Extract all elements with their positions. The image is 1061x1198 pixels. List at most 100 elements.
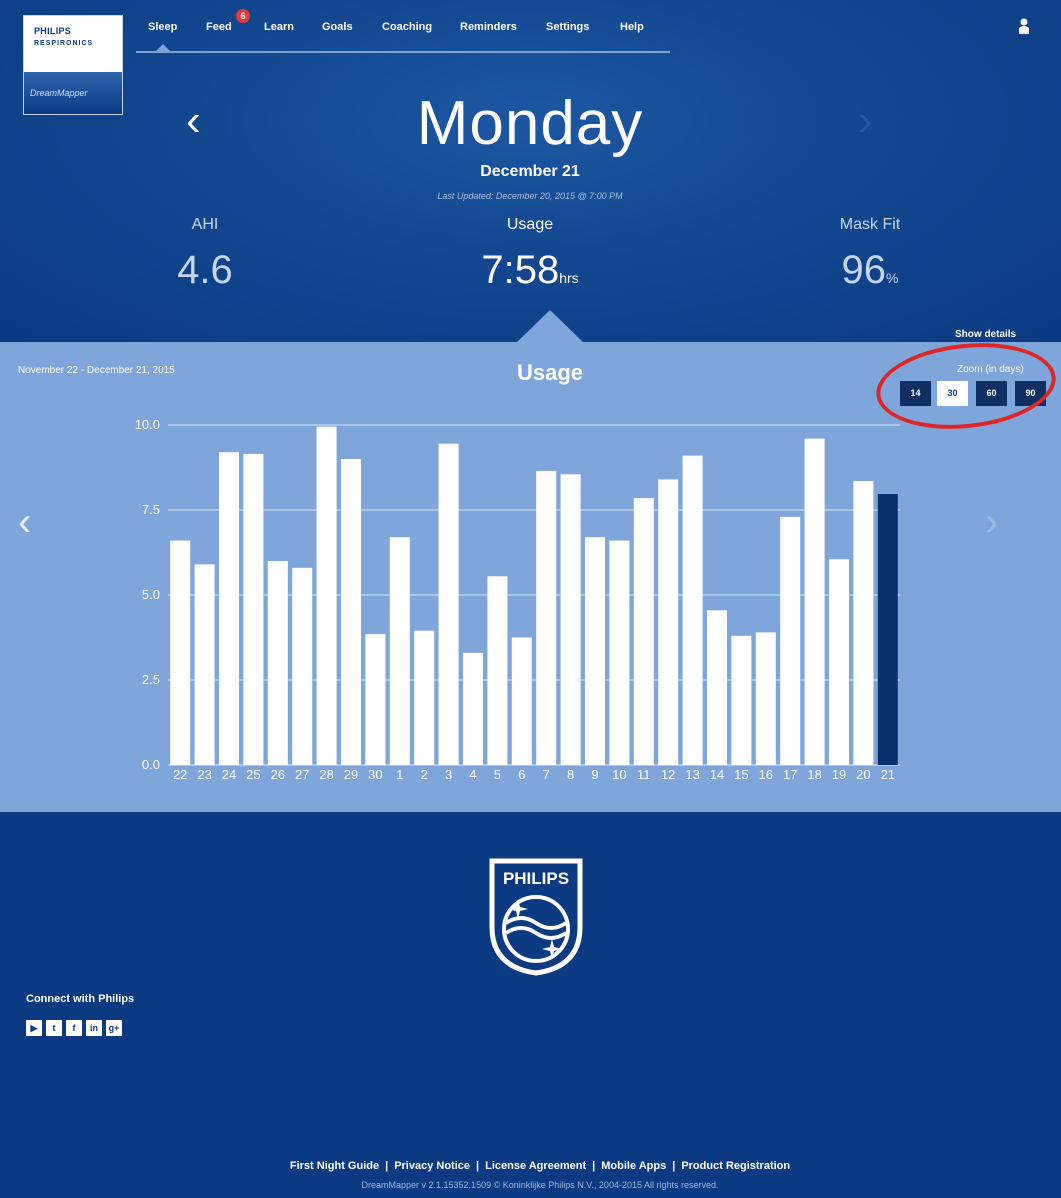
- youtube-icon[interactable]: ▶: [26, 1020, 42, 1036]
- copyright: DreamMapper v 2.1.15352.1509 © Koninklij…: [361, 1180, 719, 1190]
- panel-pointer: [516, 310, 584, 343]
- metric-label: Usage: [506, 216, 554, 233]
- x-tick-label: 7: [543, 767, 550, 782]
- nav-item-settings[interactable]: Settings: [546, 21, 589, 33]
- y-tick-label: 7.5: [142, 502, 160, 517]
- logo-sub: RESPIRONICS: [34, 40, 94, 47]
- x-tick-label: 24: [222, 767, 236, 782]
- bar-9: [584, 537, 606, 765]
- x-tick-label: 18: [807, 767, 821, 782]
- nav-item-reminders[interactable]: Reminders: [460, 21, 517, 33]
- bar-13: [682, 455, 703, 765]
- footer-link-privacy-notice[interactable]: Privacy Notice: [394, 1160, 470, 1172]
- bar-26: [267, 561, 288, 765]
- bar-2: [414, 630, 435, 765]
- footer-separator: |: [672, 1160, 676, 1172]
- bar-29: [340, 459, 362, 765]
- bar-27: [292, 567, 313, 765]
- x-tick-label: 29: [344, 767, 358, 782]
- footer-separator: |: [476, 1160, 480, 1172]
- footer-link-product-registration[interactable]: Product Registration: [681, 1160, 790, 1172]
- bar-7: [536, 470, 557, 765]
- bar-8: [560, 474, 581, 765]
- social-links: ▶ t f in g+: [26, 1018, 126, 1036]
- x-tick-label: 25: [246, 767, 260, 782]
- x-tick-label: 13: [685, 767, 699, 782]
- date-label: December 21: [480, 163, 580, 180]
- nav-item-goals[interactable]: Goals: [322, 21, 353, 33]
- bar-14: [706, 610, 728, 765]
- connect-label: Connect with Philips: [26, 993, 135, 1005]
- chart-title: Usage: [516, 360, 584, 385]
- x-tick-label: 1: [396, 767, 403, 782]
- x-tick-label: 5: [494, 767, 501, 782]
- bar-6: [511, 637, 532, 765]
- philips-shield-logo: PHILIPS: [489, 858, 583, 976]
- metric-value: 7:58hrs: [481, 248, 579, 292]
- footer-links: First Night Guide | Privacy Notice | License…: [180, 1160, 900, 1172]
- bar-21: [877, 494, 898, 765]
- y-tick-label: 2.5: [142, 672, 160, 687]
- googleplus-icon[interactable]: g+: [106, 1020, 122, 1036]
- x-tick-label: 27: [295, 767, 309, 782]
- bar-4: [462, 652, 484, 765]
- twitter-icon[interactable]: t: [46, 1020, 62, 1036]
- x-tick-label: 20: [856, 767, 870, 782]
- next-day-button[interactable]: ›: [858, 96, 873, 146]
- last-updated: Last Updated: December 20, 2015 @ 7:00 P…: [437, 191, 623, 201]
- x-tick-label: 9: [591, 767, 598, 782]
- bar-18: [804, 438, 825, 765]
- bar-17: [780, 516, 801, 765]
- facebook-icon[interactable]: f: [66, 1020, 82, 1036]
- nav-item-feed[interactable]: Feed: [206, 21, 232, 33]
- footer-link-first-night-guide[interactable]: First Night Guide: [290, 1160, 379, 1172]
- nav-item-sleep[interactable]: Sleep: [148, 21, 177, 52]
- feed-badge: 6: [236, 9, 250, 23]
- x-tick-label: 23: [197, 767, 211, 782]
- dreammapper-logo[interactable]: PHILIPS RESPIRONICS DreamMapper: [24, 16, 122, 114]
- main-nav: Sleep Feed 6 Learn Goals Coaching Remind…: [136, 9, 670, 53]
- footer-link-license-agreement[interactable]: License Agreement: [485, 1160, 586, 1172]
- bar-22: [170, 540, 191, 765]
- x-tick-label: 2: [421, 767, 428, 782]
- user-icon[interactable]: [1018, 18, 1030, 34]
- bar-30: [365, 634, 386, 765]
- bar-16: [755, 632, 776, 765]
- nav-item-help[interactable]: Help: [620, 21, 644, 33]
- footer-separator: |: [385, 1160, 389, 1172]
- bar-20: [853, 481, 874, 765]
- y-tick-label: 5.0: [142, 587, 160, 602]
- x-tick-label: 3: [445, 767, 452, 782]
- x-tick-label: 11: [637, 767, 651, 782]
- x-tick-label: 21: [881, 767, 895, 782]
- logo-brand: PHILIPS: [34, 26, 72, 36]
- bar-10: [609, 540, 630, 765]
- footer-link-mobile-apps[interactable]: Mobile Apps: [601, 1160, 666, 1172]
- x-tick-label: 22: [173, 767, 187, 782]
- linkedin-icon[interactable]: in: [86, 1020, 102, 1036]
- nav-item-coaching[interactable]: Coaching: [382, 21, 432, 33]
- x-tick-label: 10: [612, 767, 626, 782]
- nav-item-learn[interactable]: Learn: [264, 21, 294, 33]
- x-tick-label: 8: [567, 767, 574, 782]
- bar-1: [389, 537, 410, 765]
- bar-28: [316, 426, 337, 765]
- x-tick-label: 15: [734, 767, 748, 782]
- x-tick-label: 4: [469, 767, 476, 782]
- bar-3: [438, 443, 459, 765]
- x-tick-label: 30: [368, 767, 382, 782]
- metric-value: 4.6: [177, 248, 233, 292]
- y-tick-label: 10.0: [135, 417, 160, 432]
- show-details-link[interactable]: Show details: [955, 329, 1016, 340]
- footer-separator: |: [592, 1160, 596, 1172]
- bar-19: [828, 559, 850, 765]
- x-tick-label: 6: [518, 767, 525, 782]
- x-tick-label: 16: [759, 767, 773, 782]
- bar-12: [658, 479, 679, 765]
- x-tick-label: 12: [661, 767, 675, 782]
- bar-15: [731, 635, 752, 765]
- x-tick-label: 28: [319, 767, 333, 782]
- previous-day-button[interactable]: ‹: [186, 96, 201, 146]
- logo-app-name: DreamMapper: [30, 88, 88, 98]
- day-title: Monday: [416, 89, 644, 158]
